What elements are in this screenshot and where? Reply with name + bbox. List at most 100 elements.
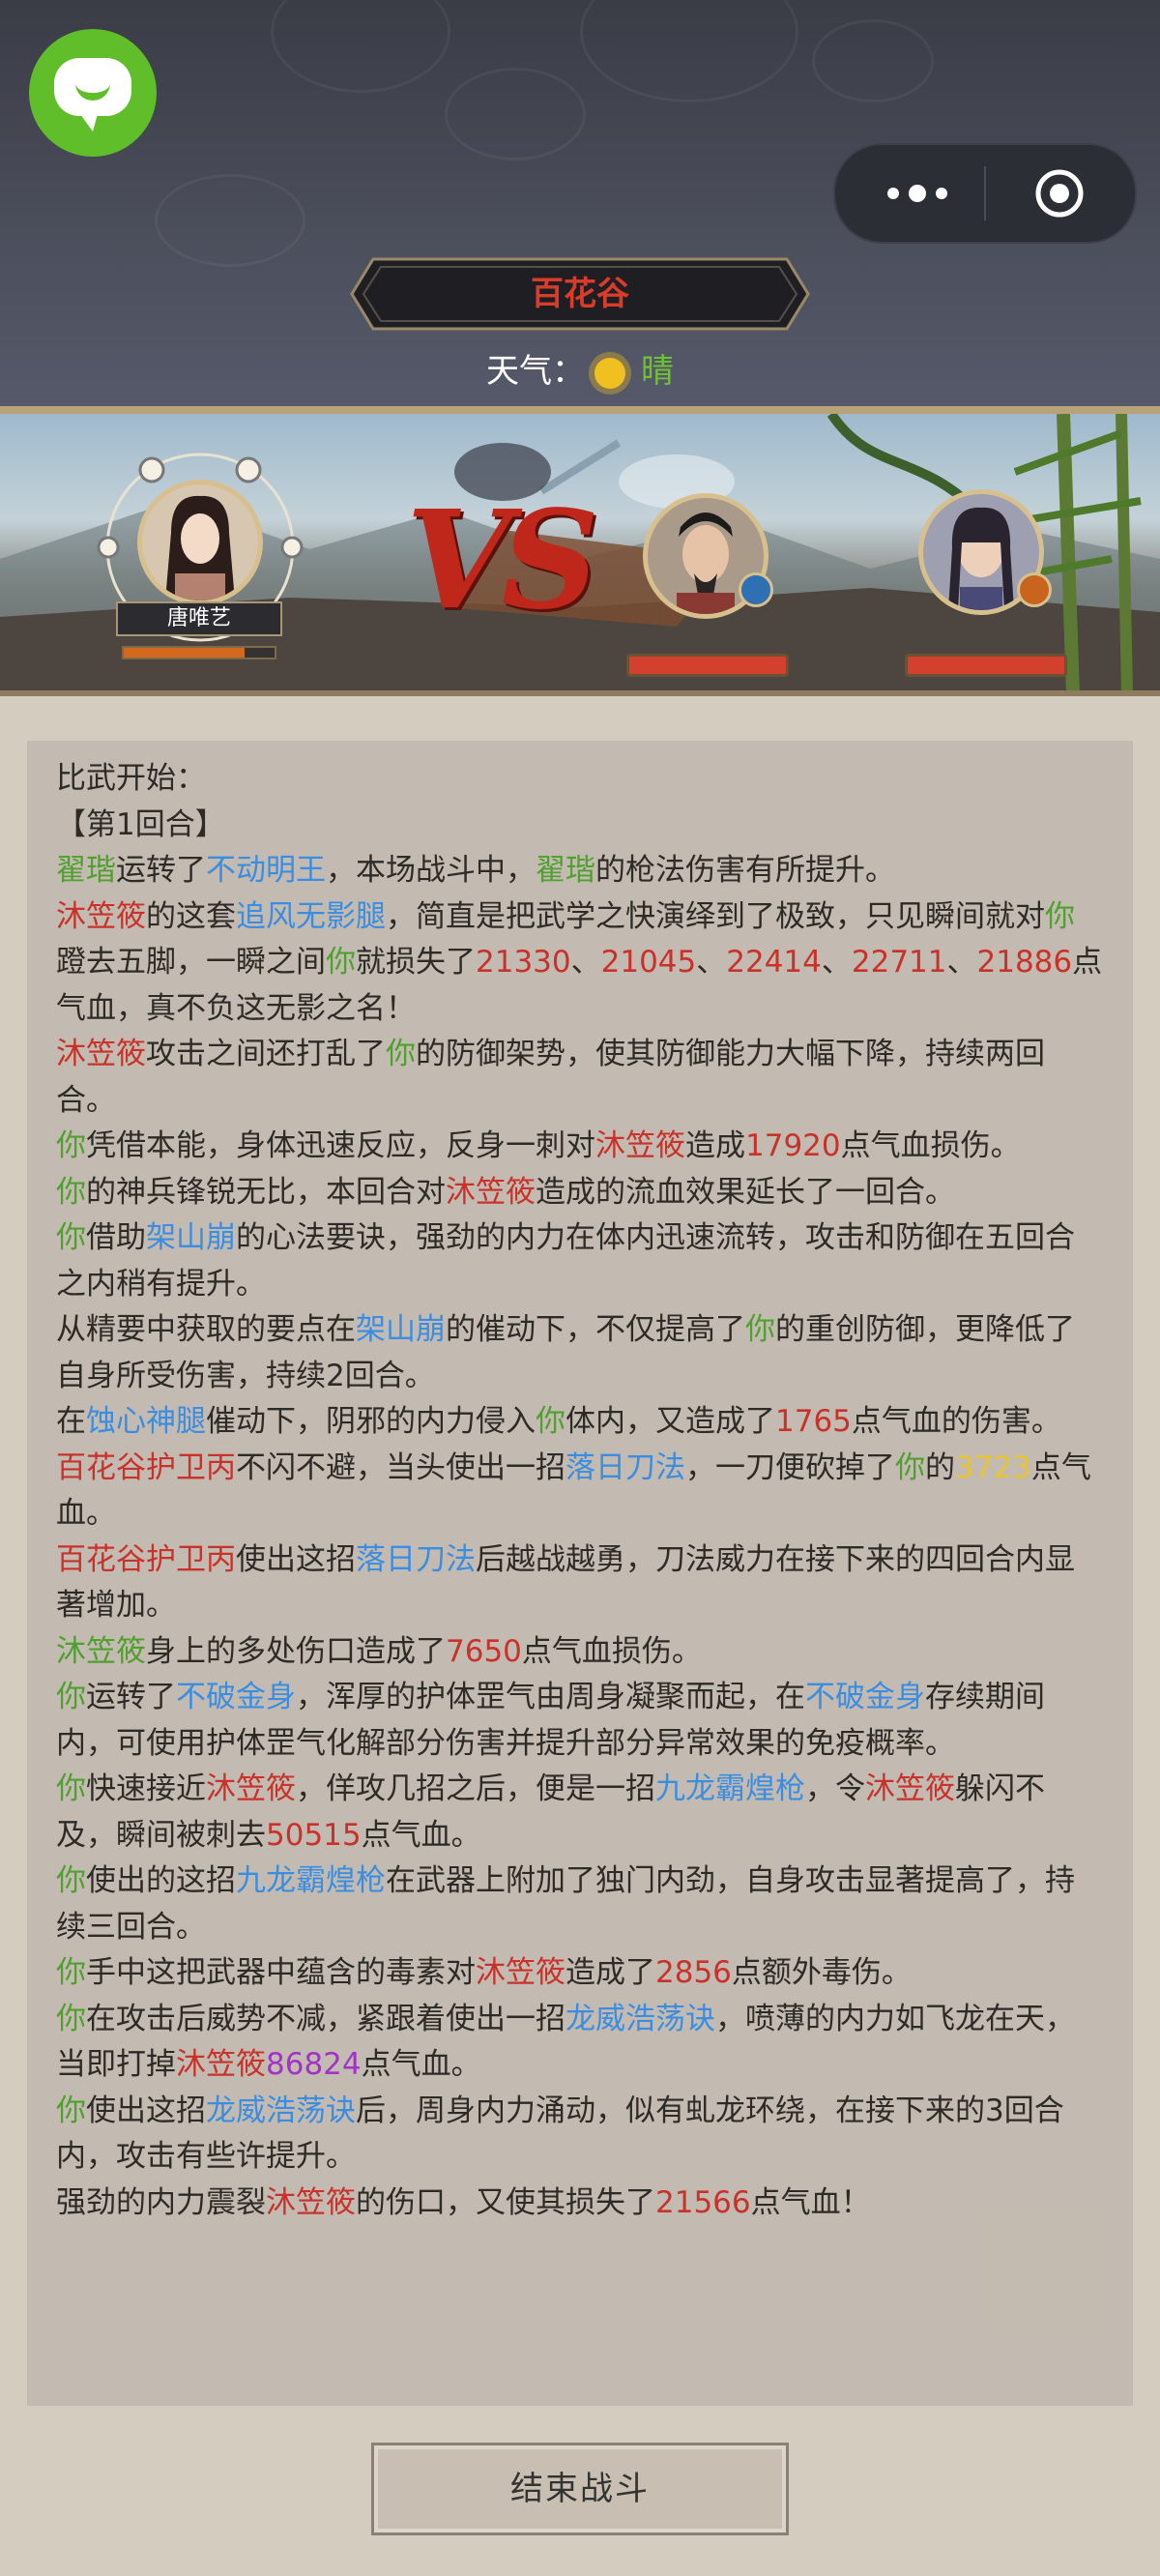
enemy-1-hp-bar: [626, 654, 789, 677]
header-bar: 百花谷 天气： 晴: [0, 0, 1160, 406]
log-segment: 体内，又造成了: [566, 1404, 775, 1439]
enemy-2-hp-bar: [905, 654, 1067, 677]
battle-log-line: 沐笠筱攻击之间还打乱了你的防御架势，使其防御能力大幅下降，持续两回合。: [56, 1032, 1104, 1124]
log-segment: 攻击之间还打乱了: [146, 1037, 386, 1071]
log-segment: 3723: [955, 1449, 1031, 1485]
battle-banner: VS: [0, 406, 1160, 696]
log-segment: 运转了: [116, 853, 206, 888]
log-segment: 你: [386, 1037, 416, 1071]
log-segment: 你: [895, 1449, 925, 1485]
battle-log-line: 翟瑎运转了不动明王，本场战斗中，翟瑎的枪法伤害有所提升。: [56, 848, 1104, 894]
log-segment: 沐笠筱: [476, 1955, 566, 1990]
log-segment: 你: [56, 2001, 86, 2036]
log-segment: ，一刀便砍掉了: [685, 1449, 895, 1485]
mini-program-capsule: [833, 143, 1137, 244]
log-segment: 你: [1045, 898, 1075, 934]
log-segment: 的催动下，不仅提高了: [446, 1312, 745, 1347]
log-segment: 沐笠筱: [206, 1771, 296, 1806]
log-segment: 不破金身: [805, 1680, 925, 1714]
battle-log-panel[interactable]: 比武开始： 【第1回合】 翟瑎运转了不动明王，本场战斗中，翟瑎的枪法伤害有所提升。沐…: [27, 741, 1133, 2406]
log-segment: 不动明王: [206, 853, 326, 888]
log-segment: 17920: [745, 1128, 841, 1163]
more-options-icon[interactable]: [874, 145, 961, 242]
log-segment: 就损失了: [356, 945, 476, 980]
log-segment: 点气血的伤害。: [851, 1404, 1061, 1439]
log-segment: 点额外毒伤。: [731, 1955, 912, 1990]
log-segment: 你: [56, 1771, 86, 1806]
player-hp-bar: [122, 646, 276, 659]
log-segment: 你: [745, 1312, 775, 1347]
battle-log-line: 强劲的内力震裂沐笠筱的伤口，又使其损失了21566点气血！: [56, 2181, 1104, 2227]
log-segment: 21330: [476, 945, 571, 980]
log-segment: 的枪法伤害有所提升。: [595, 853, 895, 888]
battle-log-line: 在蚀心神腿催动下，阴邪的内力侵入你体内，又造成了1765点气血的伤害。: [56, 1399, 1104, 1446]
log-segment: ，令: [805, 1771, 865, 1806]
battle-log-line: 你使出的这招九龙霸煌枪在武器上附加了独门内劲，自身攻击显著提高了，持续三回合。: [56, 1859, 1104, 1950]
log-segment: 造成: [685, 1128, 745, 1163]
log-segment: 你: [56, 2093, 86, 2128]
log-segment: 沐笠筱: [56, 1633, 146, 1669]
log-segment: 沐笠筱: [56, 898, 146, 934]
battle-log-line: 百花谷护卫丙不闪不避，当头使出一招落日刀法，一刀便砍掉了你的3723点气血。: [56, 1446, 1104, 1537]
battle-log-line: 比武开始：: [56, 756, 1104, 803]
battle-log-line: 你运转了不破金身，浑厚的护体罡气由周身凝聚而起，在不破金身存续期间内，可使用护体…: [56, 1675, 1104, 1767]
log-segment: 九龙霸煌枪: [236, 1863, 386, 1898]
log-segment: 架山崩: [146, 1220, 236, 1255]
log-segment: ，佯攻几招之后，便是一招: [296, 1771, 655, 1806]
chat-app-logo-icon[interactable]: [29, 29, 157, 157]
log-segment: 造成的流血效果延长了一回合。: [536, 1174, 955, 1210]
vs-emblem: VS: [406, 482, 599, 640]
battle-log-line: 【第1回合】: [56, 803, 1104, 849]
log-segment: 2856: [655, 1955, 732, 1990]
log-segment: 的这套: [146, 898, 236, 934]
log-segment: 50515: [266, 1817, 362, 1853]
battle-log-line: 从精要中获取的要点在架山崩的催动下，不仅提高了你的重创防御，更降低了自身所受伤害…: [56, 1307, 1104, 1399]
log-segment: 运转了: [86, 1680, 176, 1714]
log-segment: 沐笠筱: [446, 1174, 536, 1210]
log-segment: 的: [925, 1449, 955, 1485]
end-battle-button[interactable]: 结束战斗: [371, 2443, 789, 2535]
log-segment: 、: [946, 945, 977, 980]
log-segment: 在: [56, 1404, 86, 1439]
log-segment: 翟瑎: [536, 853, 595, 888]
log-segment: 从精要中获取的要点在: [56, 1312, 356, 1347]
log-segment: 不闪不避，当头使出一招: [236, 1449, 566, 1485]
battle-log-line: 沐笠筱的这套追风无影腿，简直是把武学之快演绎到了极致，只见瞬间就对你蹬去五脚，一…: [56, 894, 1104, 1033]
log-segment: 点气血。: [361, 1817, 481, 1853]
log-segment: 22711: [851, 945, 947, 980]
log-segment: 强劲的内力震裂: [56, 2184, 266, 2220]
log-segment: 你: [56, 1128, 86, 1163]
log-segment: 沐笠筱: [176, 2047, 266, 2082]
log-segment: 手中这把武器中蕴含的毒素对: [86, 1955, 476, 1990]
log-segment: 、: [821, 945, 852, 980]
battle-log-line: 你凭借本能，身体迅速反应，反身一刺对沐笠筱造成17920点气血损伤。: [56, 1124, 1104, 1170]
log-segment: 21045: [600, 945, 697, 980]
log-segment: 造成了: [566, 1955, 655, 1990]
log-segment: 【第1回合】: [56, 806, 225, 842]
player-avatar[interactable]: [137, 480, 263, 605]
capsule-divider: [984, 166, 986, 220]
log-segment: 沐笠筱: [56, 1037, 146, 1071]
log-segment: 凭借本能，身体迅速反应，反身一刺对: [86, 1128, 595, 1163]
log-segment: 使出的这招: [86, 1863, 236, 1898]
log-segment: 你: [56, 1174, 86, 1210]
log-segment: 使出这招: [86, 2093, 206, 2128]
log-segment: 你: [56, 1955, 86, 1990]
log-segment: 在攻击后威势不减，紧跟着使出一招: [86, 2001, 566, 2036]
enemy-2-element-icon: [1017, 572, 1052, 607]
log-segment: 借助: [86, 1220, 146, 1255]
log-segment: 沐笠筱: [266, 2184, 356, 2220]
player-name-label: 唐唯艺: [116, 601, 282, 636]
log-segment: 的神兵锋锐无比，本回合对: [86, 1174, 446, 1210]
log-segment: 龙威浩荡诀: [566, 2001, 715, 2036]
log-segment: 的伤口，又使其损失了: [356, 2184, 655, 2220]
log-segment: 不破金身: [176, 1680, 296, 1714]
log-segment: 沐笠筱: [595, 1128, 685, 1163]
log-segment: 快速接近: [86, 1771, 206, 1806]
battle-log-line: 你快速接近沐笠筱，佯攻几招之后，便是一招九龙霸煌枪，令沐笠筱躲闪不及，瞬间被刺去…: [56, 1767, 1104, 1859]
battle-log-line: 你使出这招龙威浩荡诀后，周身内力涌动，似有虬龙环绕，在接下来的3回合内，攻击有些…: [56, 2089, 1104, 2181]
enemy-1-element-icon: [739, 572, 773, 607]
log-segment: 落日刀法: [356, 1541, 476, 1577]
log-segment: 架山崩: [356, 1312, 446, 1347]
close-target-icon[interactable]: [1034, 168, 1085, 219]
